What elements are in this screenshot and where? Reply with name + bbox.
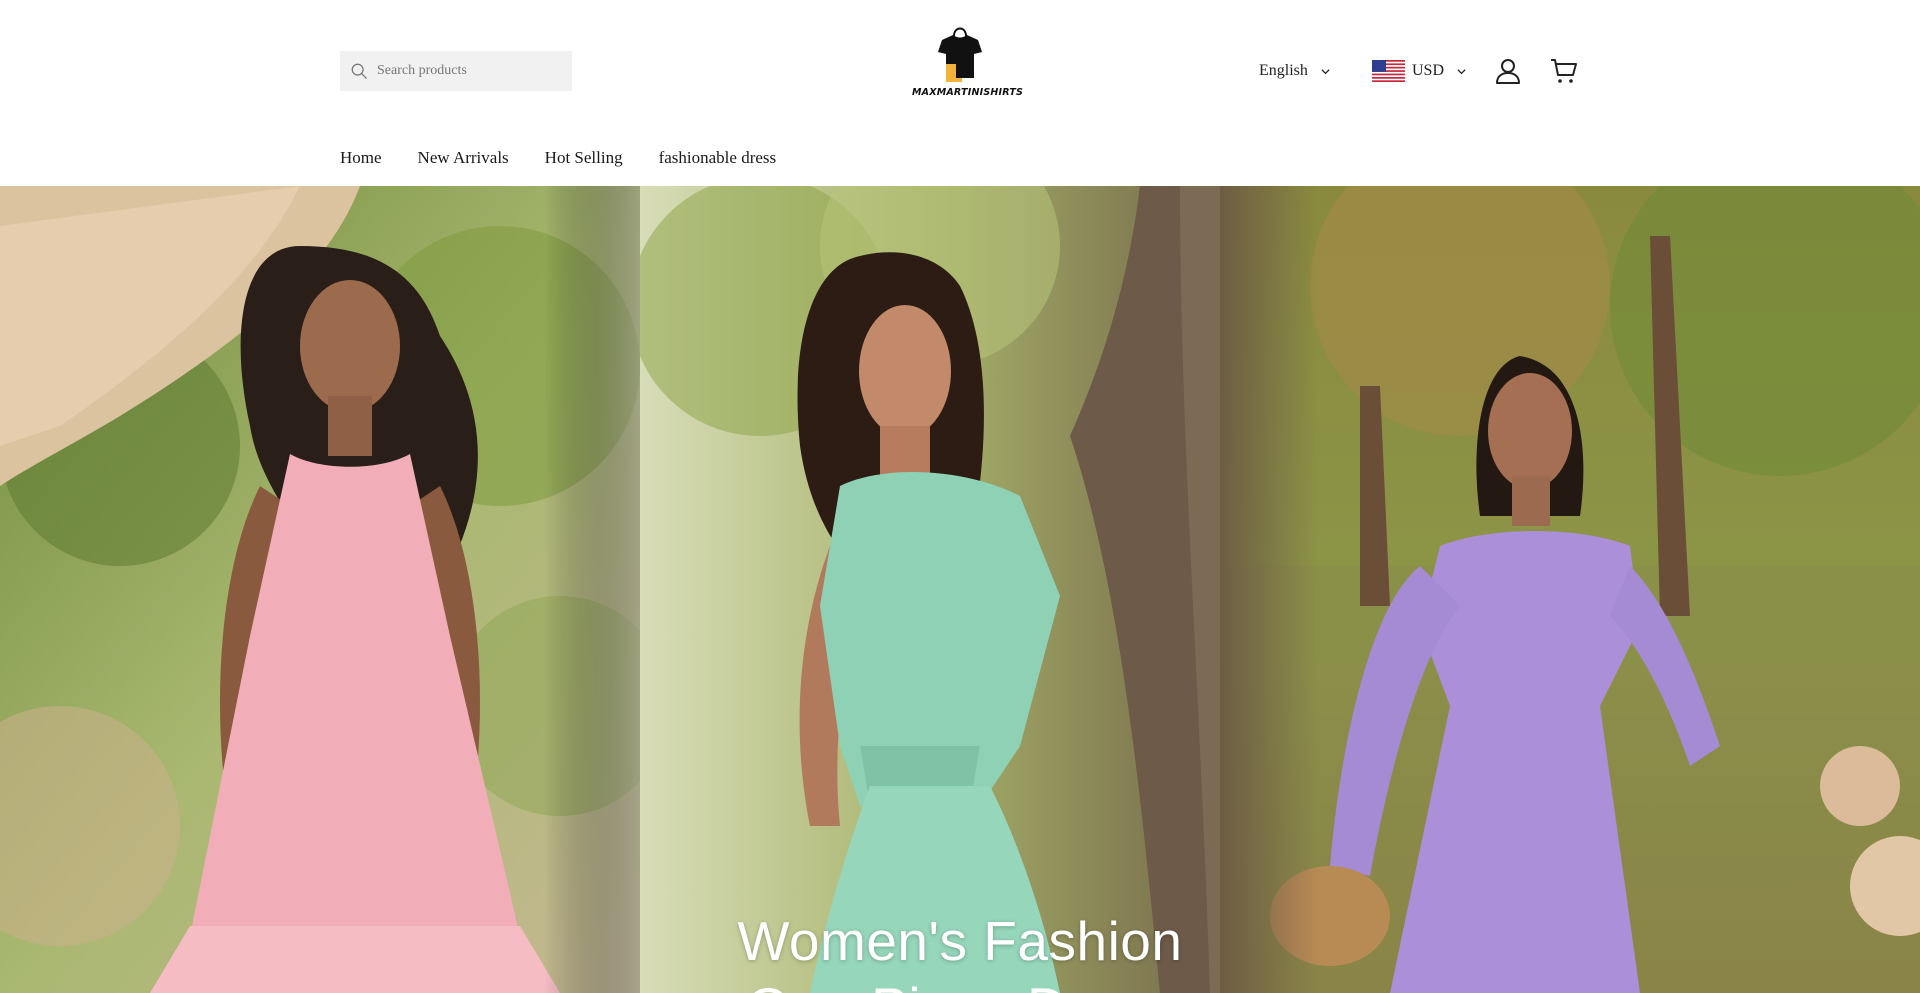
search-icon[interactable] <box>350 62 368 80</box>
currency-selector[interactable]: USD <box>1372 58 1467 84</box>
site-header: MAXMARTINISHIRTS English USD <box>0 0 1920 186</box>
main-navigation: Home New Arrivals Hot Selling fashionabl… <box>340 148 812 170</box>
user-icon[interactable] <box>1494 57 1522 85</box>
chevron-down-icon <box>1321 68 1330 74</box>
nav-item-hot-selling[interactable]: Hot Selling <box>545 148 623 170</box>
language-selector[interactable]: English <box>1259 58 1331 84</box>
hero-subtitle: One-Piece Dress <box>0 974 1920 993</box>
nav-item-home[interactable]: Home <box>340 148 382 170</box>
nav-item-fashionable-dress[interactable]: fashionable dress <box>659 148 777 170</box>
chevron-down-icon <box>1457 68 1466 74</box>
hero-title: Women's Fashion <box>737 910 1183 972</box>
hero-image-lavender-dress <box>1220 186 1920 993</box>
cart-icon[interactable] <box>1550 57 1578 85</box>
search-bar[interactable] <box>340 51 572 91</box>
logo-text: MAXMARTINISHIRTS <box>912 87 1024 98</box>
nav-item-new-arrivals[interactable]: New Arrivals <box>418 148 509 170</box>
hero-image-pink-dress <box>0 186 680 993</box>
hero-image-mint-dress <box>640 186 1280 993</box>
currency-label: USD <box>1412 62 1445 79</box>
shirt-bag-logo <box>938 27 982 82</box>
hero-banner[interactable]: Women's Fashion One-Piece Dress <box>0 186 1920 993</box>
language-label: English <box>1259 62 1308 79</box>
search-input[interactable] <box>377 63 557 79</box>
us-flag-icon <box>1372 60 1405 82</box>
site-logo[interactable]: MAXMARTINISHIRTS <box>912 24 1024 106</box>
